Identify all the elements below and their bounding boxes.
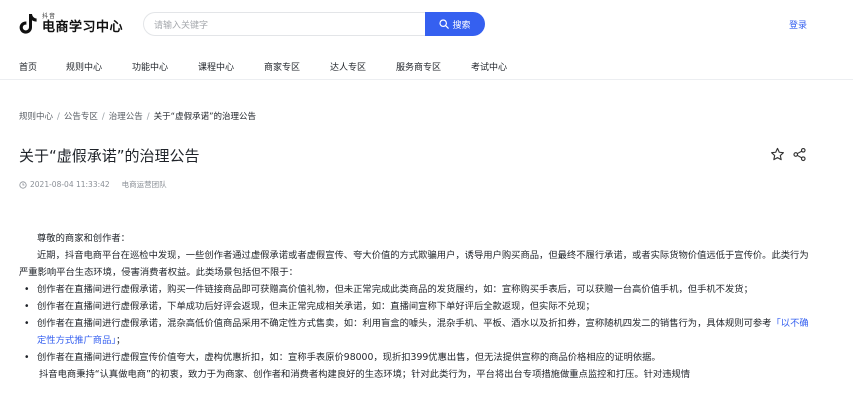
share-icon[interactable]	[792, 147, 807, 162]
greeting: 尊敬的商家和创作者：	[37, 233, 130, 244]
top-header: 抖音 电商学习中心 搜索 登录	[0, 0, 853, 50]
search-box	[143, 12, 425, 37]
search-button[interactable]: 搜索	[425, 12, 485, 36]
nav-item-service-providers[interactable]: 服务商专区	[396, 60, 441, 73]
breadcrumb-governance[interactable]: 治理公告	[109, 112, 143, 122]
nav-item-merchants[interactable]: 商家专区	[264, 60, 300, 73]
breadcrumb-separator: /	[101, 112, 105, 122]
list-item: 创作者在直播间进行虚假承诺，购买一件链接商品即可获赠高价值礼物，但未正常完成此类…	[19, 281, 809, 298]
search-button-label: 搜索	[452, 20, 471, 31]
clock-icon	[19, 180, 27, 189]
breadcrumb-separator: /	[57, 112, 60, 122]
list-item-text: 创作者在直播间进行虚假承诺，混杂高低价值商品采用不确定性方式售卖，如：利用盲盒的…	[37, 318, 772, 329]
nav-item-rules[interactable]: 规则中心	[66, 60, 102, 73]
breadcrumb-announcements[interactable]: 公告专区	[64, 112, 98, 122]
nav-item-creators[interactable]: 达人专区	[330, 60, 366, 73]
list-item: 创作者在直播间进行虚假承诺，混杂高低价值商品采用不确定性方式售卖，如：利用盲盒的…	[19, 315, 809, 349]
logo-title: 电商学习中心	[42, 20, 124, 35]
article-body: 尊敬的商家和创作者： 近期，抖音电商平台在巡检中发现，一些创作者通过虚假承诺或者…	[19, 230, 809, 383]
nav-item-courses[interactable]: 课程中心	[198, 60, 234, 73]
page-title: 关于“虚假承诺”的治理公告	[19, 147, 200, 165]
nav-divider	[0, 79, 853, 80]
article-meta: 2021-08-04 11:33:42 电商运营团队	[19, 179, 167, 190]
douyin-logo-icon	[19, 14, 37, 34]
search-input[interactable]	[144, 15, 414, 37]
nav-item-features[interactable]: 功能中心	[132, 60, 168, 73]
list-item-suffix: ；	[116, 335, 126, 346]
breadcrumb-rules-center[interactable]: 规则中心	[19, 112, 53, 122]
nav-item-exams[interactable]: 考试中心	[471, 60, 507, 73]
breadcrumb: 规则中心 / 公告专区 / 治理公告 / 关于“虚假承诺”的治理公告	[19, 110, 256, 122]
author: 电商运营团队	[121, 180, 167, 189]
intro-paragraph: 近期，抖音电商平台在巡检中发现，一些创作者通过虚假承诺或者虚假宣传、夸大价值的方…	[19, 250, 809, 278]
violation-list: 创作者在直播间进行虚假承诺，购买一件链接商品即可获赠高价值礼物，但未正常完成此类…	[19, 281, 809, 366]
star-icon[interactable]	[770, 147, 785, 162]
breadcrumb-current: 关于“虚假承诺”的治理公告	[153, 112, 256, 122]
login-link[interactable]: 登录	[789, 18, 807, 31]
logo[interactable]: 抖音 电商学习中心	[18, 10, 123, 38]
list-item: 创作者在直播间进行虚假承诺，下单成功后好评会返现，但未正常完成相关承诺，如：直播…	[19, 298, 809, 315]
main-nav: 首页 规则中心 功能中心 课程中心 商家专区 达人专区 服务商专区 考试中心	[0, 56, 853, 78]
closing-paragraph: 抖音电商秉持“认真做电商”的初衷，致力于为商家、创作者和消费者构建良好的生态环境…	[39, 369, 691, 380]
nav-item-home[interactable]: 首页	[19, 60, 37, 73]
breadcrumb-separator: /	[146, 112, 150, 122]
list-item: 创作者在直播间进行虚假宣传价值夸大，虚构优惠折扣，如：宣称手表原价98000，现…	[19, 349, 809, 366]
publish-date: 2021-08-04 11:33:42	[30, 180, 110, 189]
search-icon	[439, 19, 450, 29]
